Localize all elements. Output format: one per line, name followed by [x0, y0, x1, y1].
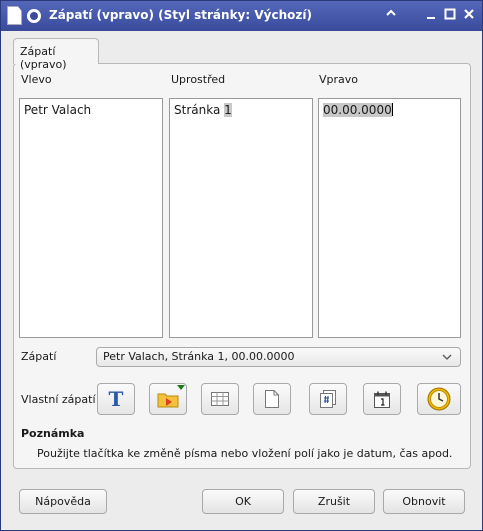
page-button[interactable]	[253, 383, 291, 415]
note-text: Použijte tlačítka ke změně písma nebo vl…	[37, 447, 453, 460]
dialog-window: Zápatí (vpravo) (Styl stránky: Výchozí) …	[0, 0, 483, 531]
help-button[interactable]: Nápověda	[19, 489, 107, 514]
close-icon[interactable]	[460, 7, 477, 24]
center-area-text: Stránka	[174, 103, 225, 117]
date-field: 00.00.0000	[323, 103, 392, 117]
page-number-field: 1	[224, 103, 232, 117]
sheet-name-icon	[211, 392, 229, 406]
window-title: Zápatí (vpravo) (Styl stránky: Výchozí)	[49, 8, 312, 22]
chevron-down-icon	[442, 350, 452, 367]
text-attributes-button[interactable]: T	[97, 383, 135, 415]
left-area-editor[interactable]: Petr Valach	[19, 98, 163, 338]
document-icon	[7, 6, 22, 25]
reset-button[interactable]: Obnovit	[383, 489, 465, 514]
center-area-editor[interactable]: Stránka 1	[169, 98, 313, 338]
cancel-button[interactable]: Zrušit	[293, 489, 375, 514]
pages-count-icon	[320, 390, 336, 408]
file-name-button[interactable]	[149, 383, 187, 415]
right-area-editor[interactable]: 00.00.0000	[318, 98, 461, 338]
maximize-icon[interactable]	[441, 7, 458, 24]
footer-dropdown-value: Petr Valach, Stránka 1, 00.00.0000	[103, 350, 295, 363]
footer-dropdown[interactable]: Petr Valach, Stránka 1, 00.00.0000	[96, 347, 461, 367]
footer-label: Zápatí	[21, 350, 57, 363]
shade-icon[interactable]	[382, 7, 399, 24]
minimize-icon[interactable]	[422, 7, 439, 24]
window-menu-icon[interactable]	[27, 9, 41, 23]
center-column-label: Uprostřed	[171, 73, 226, 86]
date-button[interactable]	[363, 383, 401, 415]
sheet-name-button[interactable]	[201, 383, 239, 415]
page-icon	[265, 390, 279, 408]
left-column-label: Vlevo	[21, 73, 52, 86]
text-attributes-icon: T	[108, 387, 124, 411]
tab-footer-right[interactable]: Zápatí (vpravo)	[13, 38, 99, 71]
right-column-label: Vpravo	[319, 73, 359, 86]
file-name-icon	[157, 393, 179, 408]
time-icon	[427, 387, 451, 411]
text-caret	[391, 103, 393, 116]
note-heading: Poznámka	[21, 427, 85, 440]
titlebar[interactable]: Zápatí (vpravo) (Styl stránky: Výchozí)	[1, 1, 482, 31]
ok-button[interactable]: OK	[202, 489, 284, 514]
left-area-text: Petr Valach	[24, 103, 92, 117]
pages-count-button[interactable]	[309, 383, 347, 415]
date-icon	[374, 391, 390, 408]
dropdown-arrow-icon	[177, 385, 185, 390]
time-button[interactable]	[417, 383, 461, 415]
custom-footer-label: Vlastní zápatí	[21, 393, 96, 406]
